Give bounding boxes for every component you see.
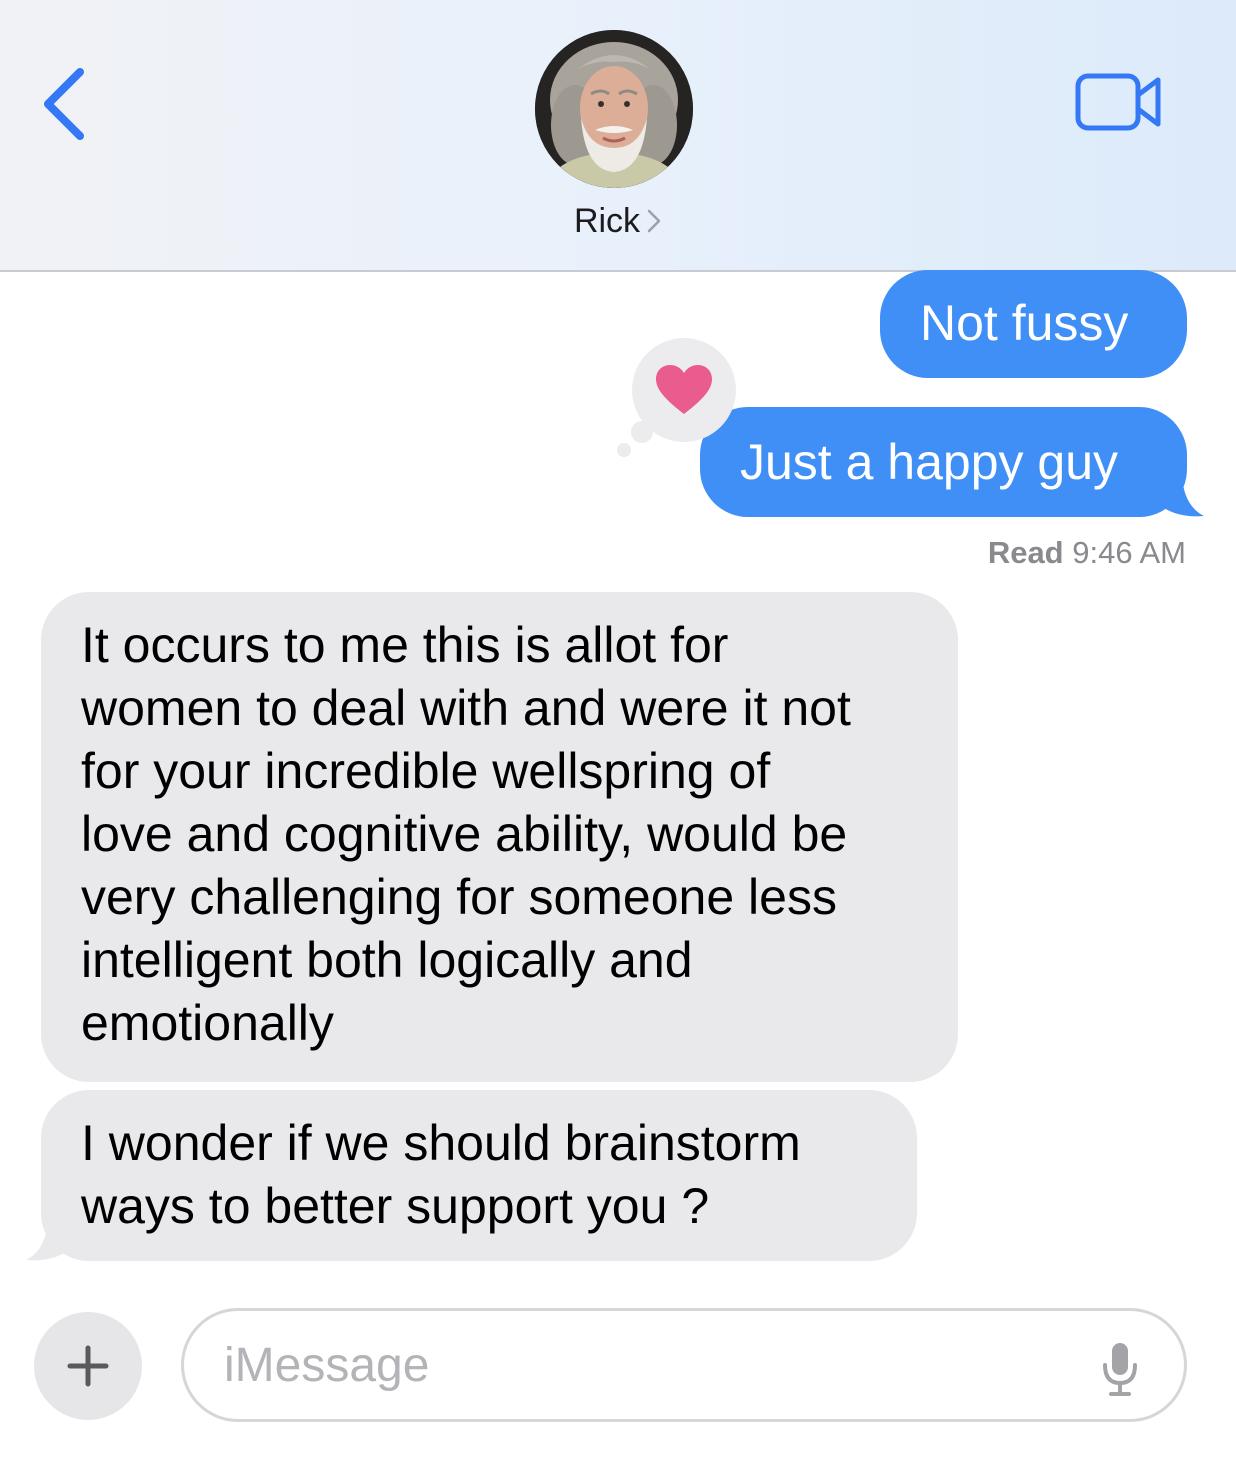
bubble-tail <box>26 1220 70 1261</box>
back-button[interactable] <box>30 60 100 150</box>
conversation-header: Rick <box>0 0 1236 272</box>
message-bubble-sent[interactable]: Just a happy guy <box>700 407 1187 517</box>
message-bubble-received[interactable]: It occurs to me this is allot for women … <box>41 592 958 1082</box>
message-bubble-received[interactable]: I wonder if we should brainstorm ways to… <box>41 1090 917 1261</box>
contact-name: Rick <box>573 202 641 240</box>
message-bubble-sent[interactable]: Not fussy <box>880 270 1187 378</box>
apps-plus-button[interactable] <box>34 1312 142 1420</box>
plus-icon <box>67 1345 109 1387</box>
contact-avatar[interactable] <box>535 30 693 188</box>
heart-tapback-icon[interactable] <box>614 338 744 460</box>
video-camera-icon <box>1075 73 1161 131</box>
microphone-icon[interactable] <box>1100 1341 1140 1397</box>
read-receipt-label: Read <box>987 535 1064 570</box>
chevron-left-icon <box>44 68 84 140</box>
chevron-right-icon <box>647 209 661 233</box>
read-receipt: Read 9:46 AM <box>988 535 1186 571</box>
avatar-photo <box>535 30 693 188</box>
facetime-video-button[interactable] <box>1070 68 1170 138</box>
contact-name-button[interactable]: Rick <box>0 202 1236 241</box>
message-input-placeholder: iMessage <box>224 1339 430 1392</box>
message-input[interactable]: iMessage <box>181 1308 1187 1422</box>
read-receipt-time: 9:46 AM <box>1072 535 1186 570</box>
bubble-tail <box>1160 476 1204 517</box>
